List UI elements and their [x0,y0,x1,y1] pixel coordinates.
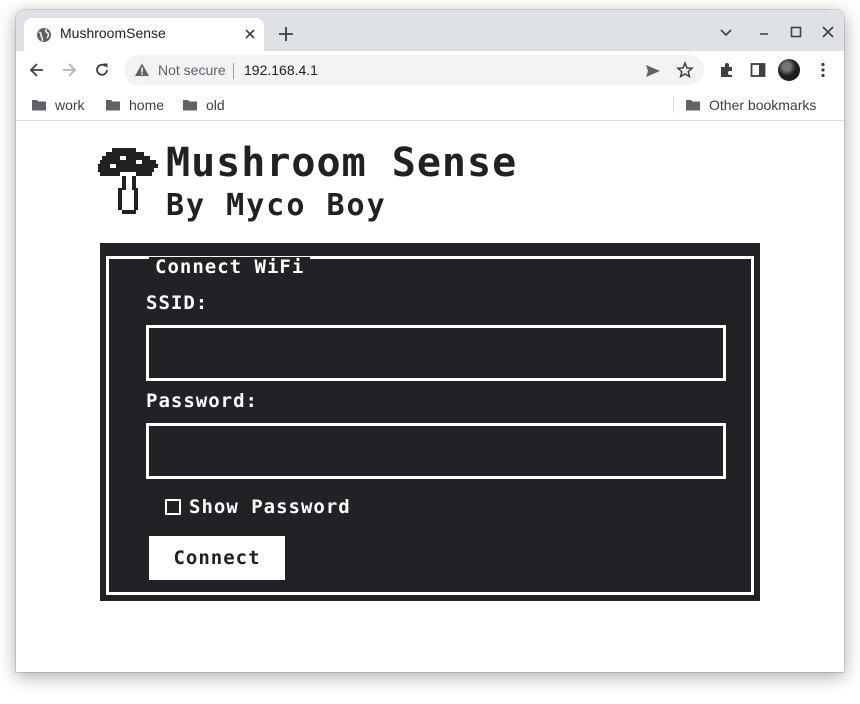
reload-icon[interactable] [93,61,111,79]
show-password-toggle[interactable]: Show Password [165,496,351,518]
chevron-down-icon[interactable] [718,24,734,40]
ssid-input[interactable] [146,325,726,381]
bookmark-folder-old[interactable]: old [182,95,225,115]
kebab-menu-icon[interactable] [814,61,832,79]
wifi-form-panel: Connect WiFi SSID: Password: Show Passwo… [100,243,760,601]
warning-icon [135,63,149,76]
globe-icon [37,28,51,42]
bookmarks-bar: work home old Other bookmarks [16,89,844,121]
bookmark-folder-home[interactable]: home [105,95,164,115]
password-label: Password: [146,390,258,412]
address-bar[interactable]: Not secure 192.168.4.1 [124,55,704,85]
bookmark-star-icon[interactable] [676,61,694,79]
folder-icon [183,100,197,111]
page-title: Mushroom Sense [166,140,518,186]
folder-icon [106,100,120,111]
forward-arrow-icon[interactable] [60,61,78,79]
tab-strip: MushroomSense [16,10,844,51]
new-tab-icon[interactable] [276,24,296,44]
folder-icon [686,100,700,111]
security-status[interactable]: Not secure [158,62,226,78]
page-subtitle: By Myco Boy [166,188,387,223]
other-bookmarks-label: Other bookmarks [709,97,817,113]
window-close-icon[interactable] [820,24,836,40]
bookmark-folder-work[interactable]: work [31,95,85,115]
url-text[interactable]: 192.168.4.1 [244,62,318,78]
back-arrow-icon[interactable] [28,61,46,79]
page-content: Mushroom Sense By Myco Boy Connect WiFi … [16,122,844,672]
tab-title: MushroomSense [60,25,166,41]
fieldset-border: Connect WiFi SSID: Password: Show Passwo… [106,256,754,595]
bookmarks-divider [673,97,674,113]
show-password-checkbox[interactable] [165,499,181,515]
profile-avatar[interactable] [778,59,800,81]
browser-toolbar: Not secure 192.168.4.1 [16,51,844,89]
extensions-puzzle-icon[interactable] [718,61,736,79]
side-panel-icon[interactable] [749,61,767,79]
minimize-icon[interactable] [756,24,772,40]
omnibox-divider [233,63,234,79]
maximize-icon[interactable] [788,24,804,40]
ssid-label: SSID: [146,292,209,314]
browser-window: MushroomSense Not secure 192.168.4.1 wor… [16,10,844,672]
send-icon[interactable] [644,62,662,80]
mushroom-logo-icon [98,148,158,214]
bookmark-label: work [55,97,85,113]
other-bookmarks[interactable]: Other bookmarks [685,95,816,115]
close-icon[interactable] [242,26,258,42]
tab-mushroomsense[interactable]: MushroomSense [24,18,264,51]
connect-button[interactable]: Connect [149,536,285,580]
bookmark-label: old [206,97,225,113]
folder-icon [32,100,46,111]
bookmark-label: home [129,97,165,113]
password-input[interactable] [146,423,726,479]
show-password-label: Show Password [189,496,351,518]
fieldset-legend: Connect WiFi [149,257,311,277]
